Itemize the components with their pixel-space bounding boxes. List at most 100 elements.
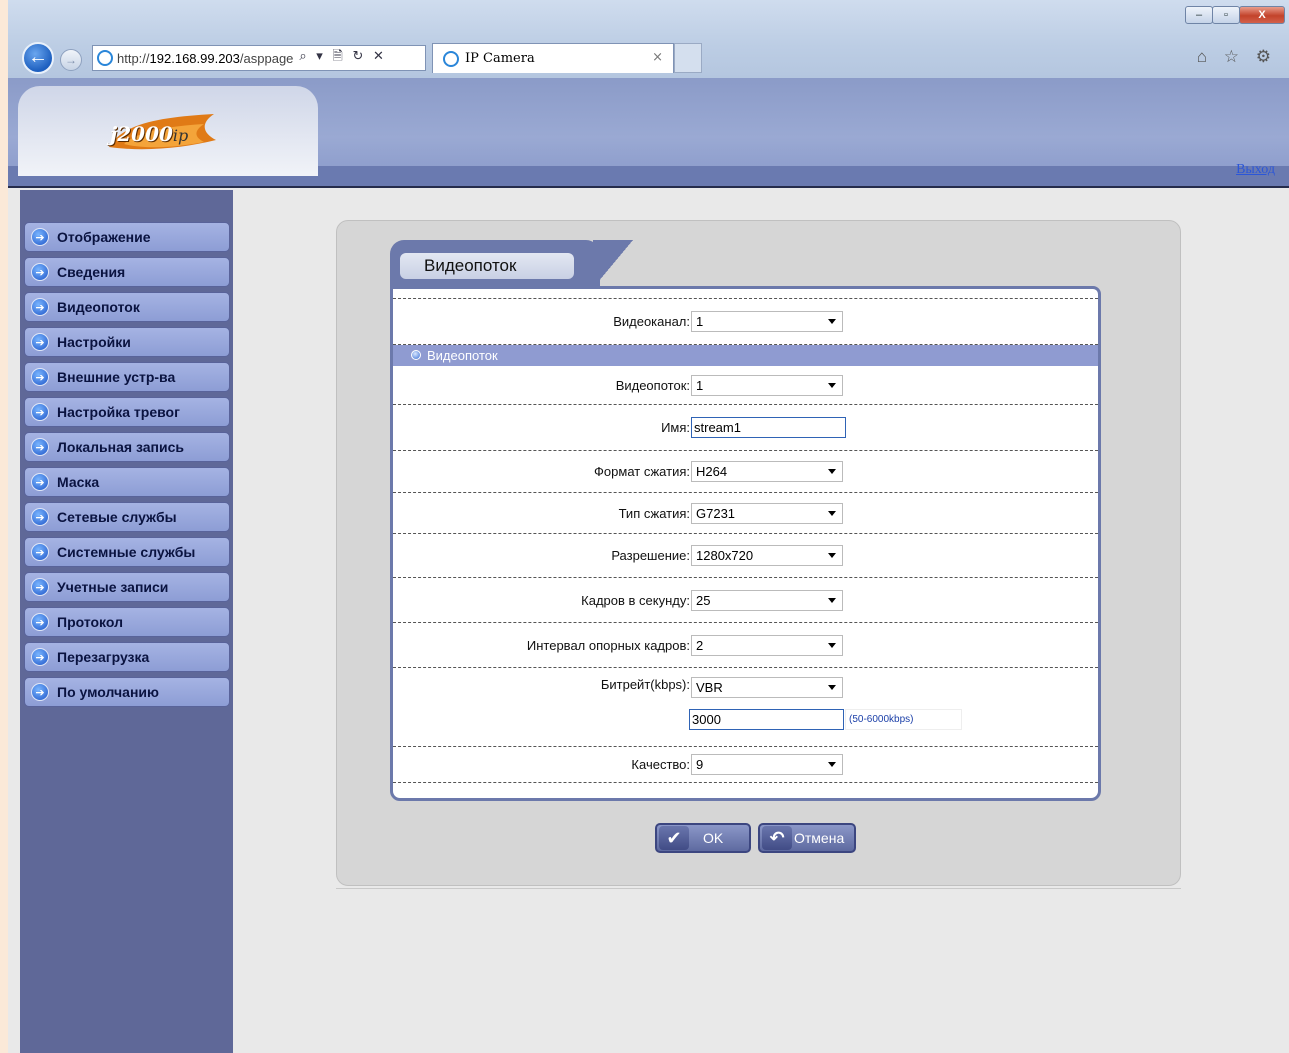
bitrate-mode-select[interactable]: VBR bbox=[691, 677, 843, 698]
cancel-label: Отмена bbox=[794, 830, 845, 846]
ok-label: OK bbox=[703, 830, 724, 846]
logo: j2000ip bbox=[110, 122, 188, 146]
chevron-down-icon bbox=[828, 319, 836, 324]
compression-format-row: Формат сжатия: H264 bbox=[393, 451, 1098, 493]
compression-format-label: Формат сжатия: bbox=[594, 464, 690, 479]
name-input[interactable]: stream1 bbox=[691, 417, 846, 438]
bitrate-range-hint: (50-6000kbps) bbox=[845, 709, 962, 730]
sidebar-item-local-recording[interactable]: ➔ Локальная запись bbox=[24, 432, 230, 462]
quality-value: 9 bbox=[696, 757, 704, 772]
chevron-down-icon bbox=[828, 597, 836, 603]
sidebar-item-label: Настройки bbox=[57, 334, 131, 350]
cancel-button[interactable]: ↶ Отмена bbox=[758, 823, 856, 853]
new-tab-button[interactable] bbox=[674, 43, 702, 73]
tab-close-icon[interactable]: × bbox=[652, 50, 663, 65]
sidebar-item-label: Перезагрузка bbox=[57, 649, 150, 665]
sidebar-item-network-services[interactable]: ➔ Сетевые службы bbox=[24, 502, 230, 532]
sidebar-item-defaults[interactable]: ➔ По умолчанию bbox=[24, 677, 230, 707]
compression-type-row: Тип сжатия: G7231 bbox=[393, 493, 1098, 534]
sidebar-item-label: Маска bbox=[57, 474, 100, 490]
form-top-divider bbox=[393, 289, 1098, 299]
sidebar-item-alarm-settings[interactable]: ➔ Настройка тревог bbox=[24, 397, 230, 427]
sidebar-item-display[interactable]: ➔ Отображение bbox=[24, 222, 230, 252]
section-title: Видеопоток bbox=[427, 348, 498, 363]
ok-button[interactable]: ✔ OK bbox=[655, 823, 751, 853]
fps-select[interactable]: 25 bbox=[691, 589, 843, 611]
address-bar[interactable]: http://192.168.99.203/asppage ⌕ ▾ 🗎 ↻ ✕ bbox=[92, 45, 426, 71]
sidebar-item-label: Сетевые службы bbox=[57, 509, 177, 525]
back-button[interactable]: ← bbox=[22, 42, 54, 74]
sidebar-item-label: По умолчанию bbox=[57, 684, 159, 700]
chevron-down-icon bbox=[828, 642, 836, 648]
video-stream-form: Видеоканал: 1 Видеопоток Видеопоток: 1 И… bbox=[390, 286, 1101, 801]
form-tab-slant bbox=[593, 240, 633, 288]
compression-type-value: G7231 bbox=[696, 505, 736, 521]
header-banner: j2000ip Выход bbox=[8, 78, 1289, 188]
sidebar-item-video-stream[interactable]: ➔ Видеопоток bbox=[24, 292, 230, 322]
channel-select[interactable]: 1 bbox=[691, 311, 843, 332]
divider bbox=[336, 888, 1181, 889]
sidebar-item-label: Системные службы bbox=[57, 544, 196, 560]
keyframe-interval-row: Интервал опорных кадров: 2 bbox=[393, 623, 1098, 668]
chevron-down-icon bbox=[828, 762, 836, 767]
forward-button[interactable]: → bbox=[60, 49, 82, 71]
sidebar-item-accounts[interactable]: ➔ Учетные записи bbox=[24, 572, 230, 602]
sidebar-item-system-services[interactable]: ➔ Системные службы bbox=[24, 537, 230, 567]
sidebar-item-label: Настройка тревог bbox=[57, 404, 180, 420]
bitrate-mode-value: VBR bbox=[696, 680, 723, 695]
keyframe-interval-select[interactable]: 2 bbox=[691, 634, 843, 656]
arrow-right-icon: ➔ bbox=[31, 263, 49, 281]
url-prefix: http:// bbox=[117, 50, 150, 66]
arrow-right-icon: ➔ bbox=[31, 508, 49, 526]
compression-format-value: H264 bbox=[696, 464, 728, 479]
sidebar-item-reboot[interactable]: ➔ Перезагрузка bbox=[24, 642, 230, 672]
resolution-row: Разрешение: 1280x720 bbox=[393, 534, 1098, 578]
sidebar: ➔ Отображение ➔ Сведения ➔ Видеопоток ➔ Наст… bbox=[20, 190, 233, 1053]
compression-type-select[interactable]: G7231 bbox=[691, 502, 843, 524]
quality-row: Качество: 9 bbox=[393, 747, 1098, 783]
channel-label: Видеоканал: bbox=[613, 314, 690, 329]
checkmark-icon: ✔ bbox=[659, 826, 689, 850]
sidebar-item-info[interactable]: ➔ Сведения bbox=[24, 257, 230, 287]
quality-label: Качество: bbox=[631, 757, 690, 772]
sidebar-item-external-devices[interactable]: ➔ Внешние устр-ва bbox=[24, 362, 230, 392]
stream-label: Видеопоток: bbox=[615, 377, 690, 393]
resolution-label: Разрешение: bbox=[611, 548, 690, 563]
sidebar-item-label: Внешние устр-ва bbox=[57, 369, 176, 385]
browser-tab[interactable]: IP Camera × bbox=[432, 43, 674, 73]
window-controls: – ▫ X bbox=[1185, 6, 1285, 24]
arrow-right-icon: ➔ bbox=[31, 438, 49, 456]
arrow-right-icon: ➔ bbox=[31, 333, 49, 351]
url-path: /asppage bbox=[239, 50, 294, 66]
sidebar-item-mask[interactable]: ➔ Маска bbox=[24, 467, 230, 497]
sidebar-item-label: Отображение bbox=[57, 229, 151, 245]
quality-select[interactable]: 9 bbox=[691, 754, 843, 775]
fps-value: 25 bbox=[696, 592, 711, 608]
maximize-button[interactable]: ▫ bbox=[1212, 6, 1240, 24]
tab-title: IP Camera bbox=[465, 51, 535, 66]
fps-row: Кадров в секунду: 25 bbox=[393, 578, 1098, 623]
chevron-down-icon bbox=[828, 469, 836, 474]
ie-icon bbox=[97, 50, 113, 66]
resolution-select[interactable]: 1280x720 bbox=[691, 545, 843, 566]
sidebar-item-label: Видеопоток bbox=[57, 299, 140, 315]
stream-select[interactable]: 1 bbox=[691, 374, 843, 396]
channel-value: 1 bbox=[696, 314, 704, 329]
home-favorites-settings-icons[interactable]: ⌂ ☆ ⚙ bbox=[1197, 47, 1277, 67]
bitrate-input[interactable]: 3000 bbox=[689, 709, 844, 730]
arrow-right-icon: ➔ bbox=[31, 683, 49, 701]
chevron-down-icon bbox=[828, 685, 836, 690]
bitrate-label: Битрейт(kbps): bbox=[600, 677, 690, 692]
web-page: j2000ip Выход ➔ Отображение ➔ Сведения ➔ Ви… bbox=[8, 78, 1289, 1053]
sidebar-item-label: Протокол bbox=[57, 614, 123, 630]
sidebar-item-protocol[interactable]: ➔ Протокол bbox=[24, 607, 230, 637]
sidebar-item-settings[interactable]: ➔ Настройки bbox=[24, 327, 230, 357]
minimize-button[interactable]: – bbox=[1185, 6, 1213, 24]
close-window-button[interactable]: X bbox=[1239, 6, 1285, 24]
compression-type-label: Тип сжатия: bbox=[618, 505, 690, 521]
logout-link[interactable]: Выход bbox=[1236, 162, 1275, 178]
bullet-icon bbox=[411, 350, 421, 360]
address-tools-icons[interactable]: ⌕ ▾ 🗎 ↻ ✕ bbox=[299, 47, 387, 69]
chevron-down-icon bbox=[828, 553, 836, 558]
compression-format-select[interactable]: H264 bbox=[691, 461, 843, 482]
